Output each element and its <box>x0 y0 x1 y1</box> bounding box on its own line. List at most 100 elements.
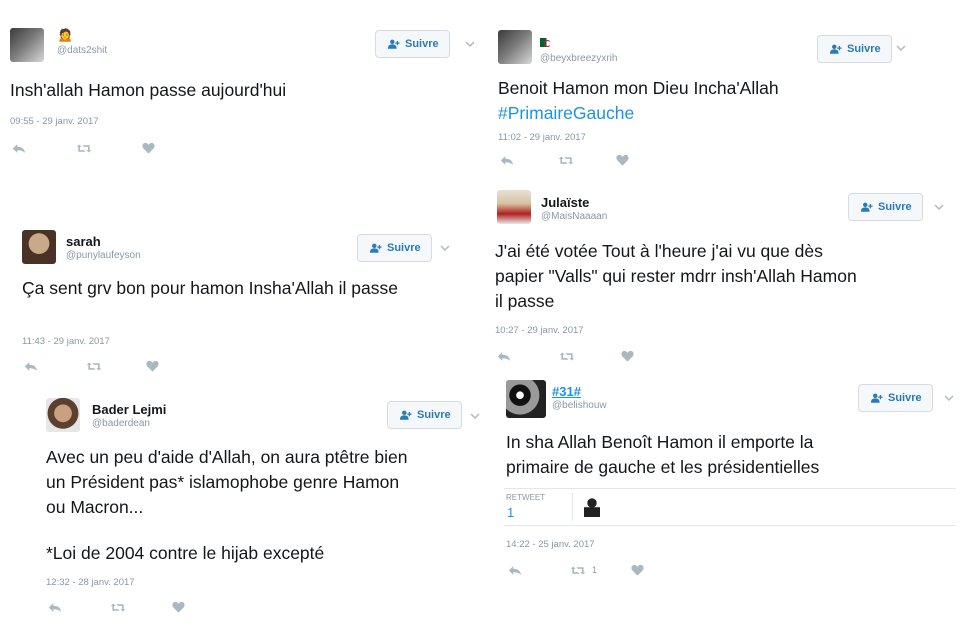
like-icon[interactable] <box>146 360 159 372</box>
tweet-actions <box>12 142 155 154</box>
retweet-count[interactable]: 1 <box>507 505 514 520</box>
tweet-text: Insh'allah Hamon passe aujourd'hui <box>10 80 287 100</box>
follow-button[interactable]: Suivre <box>858 384 933 412</box>
chevron-down-icon[interactable] <box>470 411 480 421</box>
follow-label: Suivre <box>878 201 912 213</box>
user-fullname[interactable]: #31# <box>552 384 607 399</box>
avatar[interactable] <box>497 190 531 224</box>
follow-label: Suivre <box>847 43 881 55</box>
tweet-card: 🙍 @dats2shit Suivre Insh'allah Hamon pas… <box>0 20 485 160</box>
tweet-text-line: il passe <box>495 291 555 311</box>
avatar[interactable] <box>498 30 532 64</box>
timestamp[interactable]: 12:32 - 28 janv. 2017 <box>46 577 135 588</box>
reply-icon[interactable] <box>24 361 38 372</box>
avatar[interactable] <box>506 380 546 418</box>
chevron-down-icon[interactable] <box>944 393 954 403</box>
algeria-flag-icon <box>540 38 553 47</box>
tweet-text: J'ai été votée Tout à l'heure j'ai vu qu… <box>495 239 955 314</box>
reply-icon[interactable] <box>497 351 511 362</box>
user-info: Julaïste @MaisNaaaan <box>541 195 607 222</box>
chevron-down-icon[interactable] <box>465 39 475 49</box>
reply-icon[interactable] <box>508 565 522 576</box>
follow-icon <box>861 202 873 212</box>
timestamp[interactable]: 10:27 - 29 janv. 2017 <box>495 325 584 336</box>
tweet-card: sarah @punylaufeyson Suivre Ça sent grv … <box>12 222 482 382</box>
retweet-icon[interactable] <box>76 143 92 154</box>
follow-label: Suivre <box>387 242 421 254</box>
user-handle[interactable]: @dats2shit <box>57 45 107 56</box>
follow-label: Suivre <box>888 392 922 404</box>
follow-icon <box>400 410 412 420</box>
timestamp[interactable]: 09:55 - 29 janv. 2017 <box>10 116 99 127</box>
tweet-card: Julaïste @MaisNaaaan Suivre J'ai été vot… <box>485 182 955 370</box>
follow-icon <box>871 393 883 403</box>
tweet-text-line: Avec un peu d'aide d'Allah, on aura ptêt… <box>46 447 408 467</box>
tweet-actions <box>24 360 159 372</box>
tweet-text: Benoit Hamon mon Dieu Incha'Allah #Prima… <box>498 76 938 126</box>
like-icon[interactable] <box>172 601 185 613</box>
user-handle[interactable]: @MaisNaaaan <box>541 211 607 222</box>
tweet-actions <box>48 601 185 613</box>
user-handle[interactable]: @punylaufeyson <box>66 250 141 261</box>
follow-button[interactable]: Suivre <box>375 30 450 58</box>
user-fullname[interactable]: sarah <box>66 234 141 249</box>
chevron-down-icon[interactable] <box>440 243 450 253</box>
follow-button[interactable]: Suivre <box>848 193 923 221</box>
avatar[interactable] <box>10 28 44 62</box>
reply-icon[interactable] <box>500 155 514 166</box>
tweet-card: #31# @belishouw Suivre In sha Allah Beno… <box>496 372 958 582</box>
chevron-down-icon[interactable] <box>896 43 906 53</box>
retweet-label: RETWEET <box>506 493 546 502</box>
avatar[interactable] <box>22 230 56 264</box>
tweet-text-line: In sha Allah Benoît Hamon il emporte la <box>506 432 814 452</box>
user-info: @beyxbreezyxrih <box>540 34 617 64</box>
timestamp[interactable]: 14:22 - 25 janv. 2017 <box>506 539 595 550</box>
user-info: #31# @belishouw <box>552 384 607 411</box>
user-handle[interactable]: @beyxbreezyxrih <box>540 53 617 64</box>
chevron-down-icon[interactable] <box>934 202 944 212</box>
retweet-icon[interactable] <box>570 565 586 576</box>
user-fullname[interactable]: Julaïste <box>541 195 607 210</box>
tweet-card: @beyxbreezyxrih Suivre Benoit Hamon mon … <box>488 22 956 172</box>
like-icon[interactable] <box>631 564 644 576</box>
reply-icon[interactable] <box>48 602 62 613</box>
tweet-text: In sha Allah Benoît Hamon il emporte la … <box>506 430 946 480</box>
tweet-text-line: J'ai été votée Tout à l'heure j'ai vu qu… <box>495 241 823 261</box>
tweet-text-line: primaire de gauche et les présidentielle… <box>506 457 820 477</box>
tweet-text-line <box>46 520 476 541</box>
follow-label: Suivre <box>417 409 451 421</box>
like-icon[interactable] <box>621 350 634 362</box>
retweet-icon[interactable] <box>86 361 102 372</box>
retweet-icon[interactable] <box>559 351 575 362</box>
tweet-actions <box>497 350 634 362</box>
divider <box>572 493 573 521</box>
hashtag-link[interactable]: #PrimaireGauche <box>498 101 938 126</box>
timestamp[interactable]: 11:43 - 29 janv. 2017 <box>22 336 110 347</box>
tweet-actions: 1 <box>508 564 644 576</box>
follow-button[interactable]: Suivre <box>817 35 892 63</box>
avatar[interactable] <box>46 398 80 432</box>
user-fullname[interactable]: Bader Lejmi <box>92 402 166 417</box>
like-icon[interactable] <box>616 154 629 166</box>
tweet-text-line: Benoit Hamon mon Dieu Incha'Allah <box>498 78 779 98</box>
like-icon[interactable] <box>142 142 155 154</box>
follow-button[interactable]: Suivre <box>357 234 432 262</box>
tweet-text-line: *Loi de 2004 contre le hijab excepté <box>46 543 325 563</box>
retweet-icon[interactable] <box>110 602 126 613</box>
timestamp[interactable]: 11:02 - 29 janv. 2017 <box>498 132 586 143</box>
follow-icon <box>388 39 400 49</box>
tweet-text: Avec un peu d'aide d'Allah, on aura ptêt… <box>46 445 476 566</box>
user-info: Bader Lejmi @baderdean <box>92 402 166 429</box>
user-handle[interactable]: @belishouw <box>552 400 607 411</box>
reply-icon[interactable] <box>12 143 26 154</box>
tweet-text-line: ou Macron... <box>46 497 144 517</box>
follow-button[interactable]: Suivre <box>387 401 462 429</box>
follow-icon <box>830 44 842 54</box>
retweet-icon[interactable] <box>558 155 574 166</box>
user-handle[interactable]: @baderdean <box>92 418 166 429</box>
user-info: sarah @punylaufeyson <box>66 234 141 261</box>
person-emoji-icon: 🙍 <box>57 27 74 42</box>
retweeter-avatar[interactable] <box>584 497 600 517</box>
tweet-text: Ça sent grv bon pour hamon Insha'Allah i… <box>22 278 398 298</box>
tweet-card: Bader Lejmi @baderdean Suivre Avec un pe… <box>36 390 486 625</box>
